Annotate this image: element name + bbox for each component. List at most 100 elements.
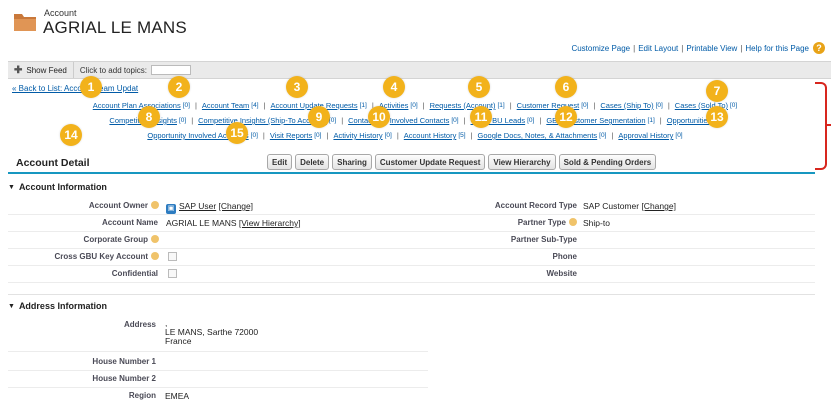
related-list-link[interactable]: Cases (Ship To) — [600, 98, 653, 113]
account-information-section-header[interactable]: ▼ Account Information — [8, 180, 815, 194]
related-list-link[interactable]: Account Plan Associations — [93, 98, 181, 113]
change-owner-link[interactable]: [Change] — [219, 201, 254, 211]
field-row: House Number 2 — [8, 371, 428, 388]
separator: | — [611, 131, 614, 140]
related-list-link[interactable]: Account History — [404, 128, 457, 143]
change-record-type-link[interactable]: [Change] — [641, 201, 676, 211]
address-value: , LE MANS, Sarthe 72000 France — [165, 319, 258, 346]
separator: | — [470, 131, 473, 140]
related-list-link[interactable]: Activity History — [333, 128, 382, 143]
show-feed-button[interactable]: ✚ Show Feed — [8, 62, 74, 78]
view-hierarchy-button[interactable]: View Hierarchy — [488, 154, 556, 170]
related-list-count: [5] — [458, 132, 466, 139]
separator: | — [659, 116, 662, 125]
related-list-count: [1] — [647, 117, 655, 124]
edit-button[interactable]: Edit — [267, 154, 293, 170]
field-label: House Number 2 — [92, 374, 156, 383]
related-list-count: [4] — [251, 102, 259, 109]
info-icon[interactable] — [569, 218, 577, 226]
field-label: Region — [128, 391, 156, 400]
page-title: AGRIAL LE MANS — [43, 18, 187, 37]
field-label: Account Record Type — [494, 201, 577, 210]
related-list-count: [0] — [410, 102, 418, 109]
account-owner-link[interactable]: SAP User — [179, 201, 216, 211]
field-row: Corporate Group Partner Sub-Type — [8, 232, 815, 249]
address-information-section-header[interactable]: ▼ Address Information — [8, 299, 815, 313]
related-links-row-1: Account Plan Associations [0] | Account Tea… — [10, 98, 820, 113]
question-icon[interactable]: ? — [813, 42, 825, 54]
printable-view-link[interactable]: Printable View — [686, 44, 737, 53]
related-list-link[interactable]: Account Team — [202, 98, 249, 113]
sharing-button[interactable]: Sharing — [332, 154, 372, 170]
annotation-badge: 13 — [706, 106, 728, 128]
user-icon: ▣ — [166, 204, 176, 214]
help-link[interactable]: Help for this Page — [745, 44, 809, 53]
account-folder-icon — [14, 14, 36, 31]
annotation-badge: 4 — [383, 76, 405, 98]
collapse-triangle-icon[interactable]: ▼ — [8, 184, 15, 191]
related-list-link[interactable]: Google Docs, Notes, & Attachments — [478, 128, 598, 143]
account-detail-title: Account Detail — [16, 157, 90, 169]
separator: | — [194, 101, 197, 110]
separator: | — [509, 101, 512, 110]
view-hierarchy-link[interactable]: [View Hierarchy] — [239, 218, 301, 228]
info-icon[interactable] — [151, 235, 159, 243]
related-list-links: Account Plan Associations [0] | Account Tea… — [10, 98, 820, 143]
info-icon[interactable] — [151, 252, 159, 260]
annotation-bracket — [815, 82, 827, 170]
confidential-checkbox — [168, 269, 177, 280]
related-list-count: [0] — [178, 117, 187, 124]
field-row: House Number 1 — [8, 354, 428, 371]
related-list-count: [0] — [527, 117, 535, 124]
separator: | — [326, 131, 329, 140]
annotation-badge: 15 — [226, 122, 248, 144]
separator: | — [633, 43, 636, 53]
related-list-count: [0] — [384, 132, 392, 139]
related-list-link[interactable]: Approval History — [618, 128, 673, 143]
checkbox-icon — [168, 269, 177, 278]
annotation-badge: 8 — [138, 106, 160, 128]
info-icon[interactable] — [151, 201, 159, 209]
field-label: Partner Type — [518, 218, 577, 227]
annotation-badge: 3 — [286, 76, 308, 98]
field-label: Address — [123, 320, 156, 329]
field-row: Cross GBU Key Account Phone — [8, 249, 815, 266]
customer-update-request-button[interactable]: Customer Update Request — [374, 154, 486, 170]
topics-input[interactable] — [151, 65, 191, 75]
field-label: Confidential — [111, 269, 158, 278]
account-name-value: AGRIAL LE MANS [View Hierarchy] — [166, 218, 301, 228]
customize-page-link[interactable]: Customize Page — [571, 44, 630, 53]
annotation-bracket-tick — [826, 124, 831, 126]
field-row: Confidential Website — [8, 266, 815, 283]
region-value: EMEA — [165, 391, 190, 401]
back-to-list-link[interactable]: « Back to List: Account Team Updat — [12, 84, 138, 93]
account-owner-value: ▣ SAP User [Change] — [166, 201, 253, 214]
section-heading: Account Information — [18, 182, 107, 192]
annotation-badge: 9 — [308, 106, 330, 128]
separator: | — [667, 101, 670, 110]
separator: | — [341, 116, 344, 125]
related-list-count: [0] — [250, 132, 258, 139]
field-label: House Number 1 — [92, 357, 156, 366]
field-row: Account Name AGRIAL LE MANS [View Hierar… — [8, 215, 815, 232]
annotation-badge: 7 — [706, 80, 728, 102]
separator: | — [262, 131, 265, 140]
edit-layout-link[interactable]: Edit Layout — [638, 44, 678, 53]
delete-button[interactable]: Delete — [295, 154, 330, 170]
related-list-count: [0] — [451, 117, 459, 124]
related-list-link[interactable]: Involved Contacts — [390, 113, 450, 128]
field-label: Account Owner — [89, 201, 159, 210]
sold-pending-orders-button[interactable]: Sold & Pending Orders — [558, 154, 657, 170]
related-list-link[interactable]: Visit Reports — [270, 128, 312, 143]
related-list-link[interactable]: Opportunities — [667, 113, 712, 128]
separator: | — [681, 43, 684, 53]
related-list-count: [0] — [675, 132, 683, 139]
account-detail-header: Account Detail Edit Delete Sharing Custo… — [8, 152, 815, 174]
record-type-value: SAP Customer [Change] — [583, 201, 676, 211]
object-type-label: Account — [44, 8, 77, 18]
related-list-count: [0] — [599, 132, 607, 139]
separator: | — [191, 116, 194, 125]
separator: | — [396, 131, 399, 140]
annotation-badge: 1 — [80, 76, 102, 98]
collapse-triangle-icon[interactable]: ▼ — [8, 303, 15, 310]
